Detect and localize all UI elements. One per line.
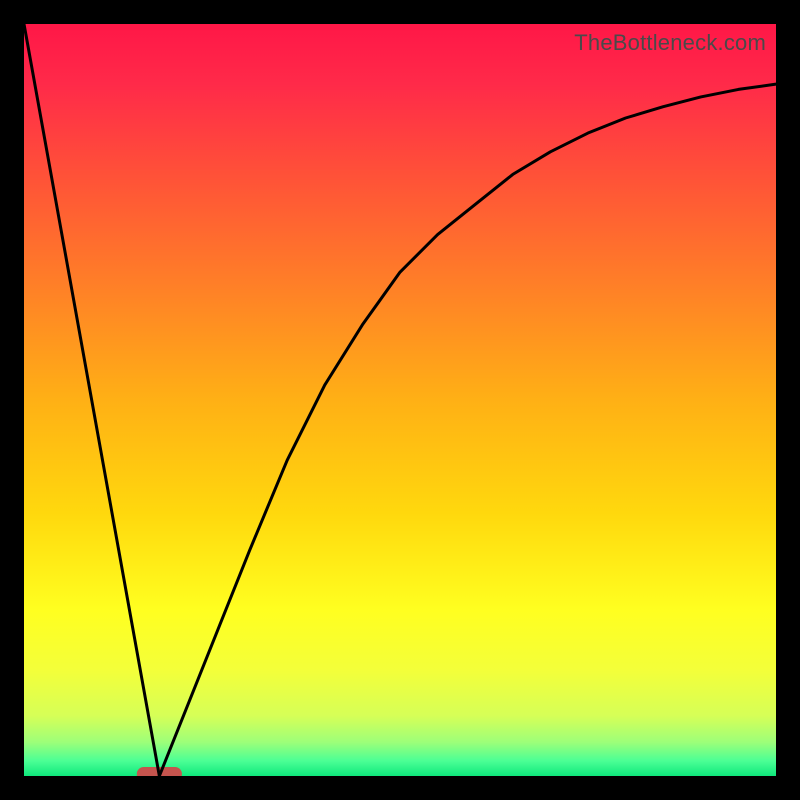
watermark-text: TheBottleneck.com xyxy=(574,30,766,56)
plot-area: TheBottleneck.com xyxy=(24,24,776,776)
chart-svg xyxy=(24,24,776,776)
chart-canvas: TheBottleneck.com xyxy=(0,0,800,800)
